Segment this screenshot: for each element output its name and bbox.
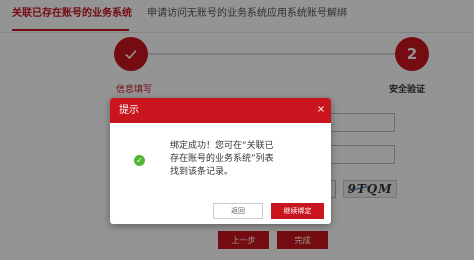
success-check-icon: ✓ [134, 155, 145, 166]
dialog-message-line: 存在账号的业务系统”列表 [170, 154, 274, 164]
dialog-message-line: 绑定成功！您可在“关联已 [170, 141, 274, 151]
dialog-message-line: 找到该条记录。 [170, 167, 234, 177]
continue-binding-button[interactable]: 继续绑定 [271, 203, 324, 219]
back-button[interactable]: 返回 [213, 203, 263, 219]
page: 关联已存在账号的业务系统 申请访问无账号的业务系统 应用系统账号解绑 2 信息填… [0, 0, 474, 260]
dialog-message: 绑定成功！您可在“关联已 存在账号的业务系统”列表 找到该条记录。 [170, 140, 295, 179]
success-dialog: 提示 × ✓ 绑定成功！您可在“关联已 存在账号的业务系统”列表 找到该条记录。… [110, 98, 331, 224]
dialog-header: 提示 × [110, 98, 331, 123]
close-icon[interactable]: × [315, 104, 327, 116]
dialog-title: 提示 [119, 105, 139, 116]
